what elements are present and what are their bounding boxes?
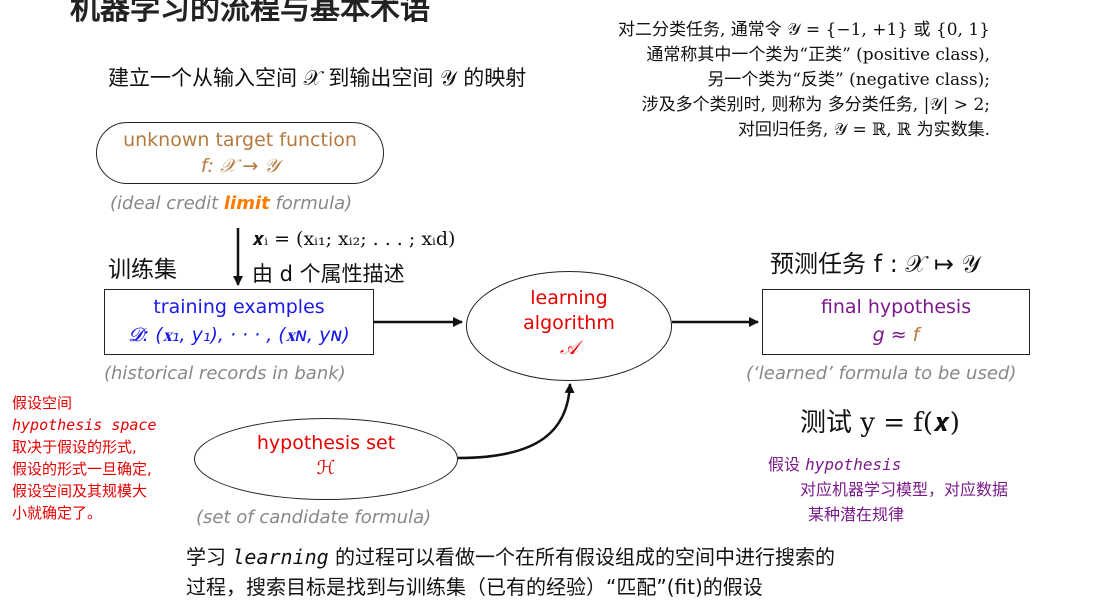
flow-arrows: [233, 228, 759, 460]
hypothesis-to-algorithm-arrow: [457, 383, 575, 460]
